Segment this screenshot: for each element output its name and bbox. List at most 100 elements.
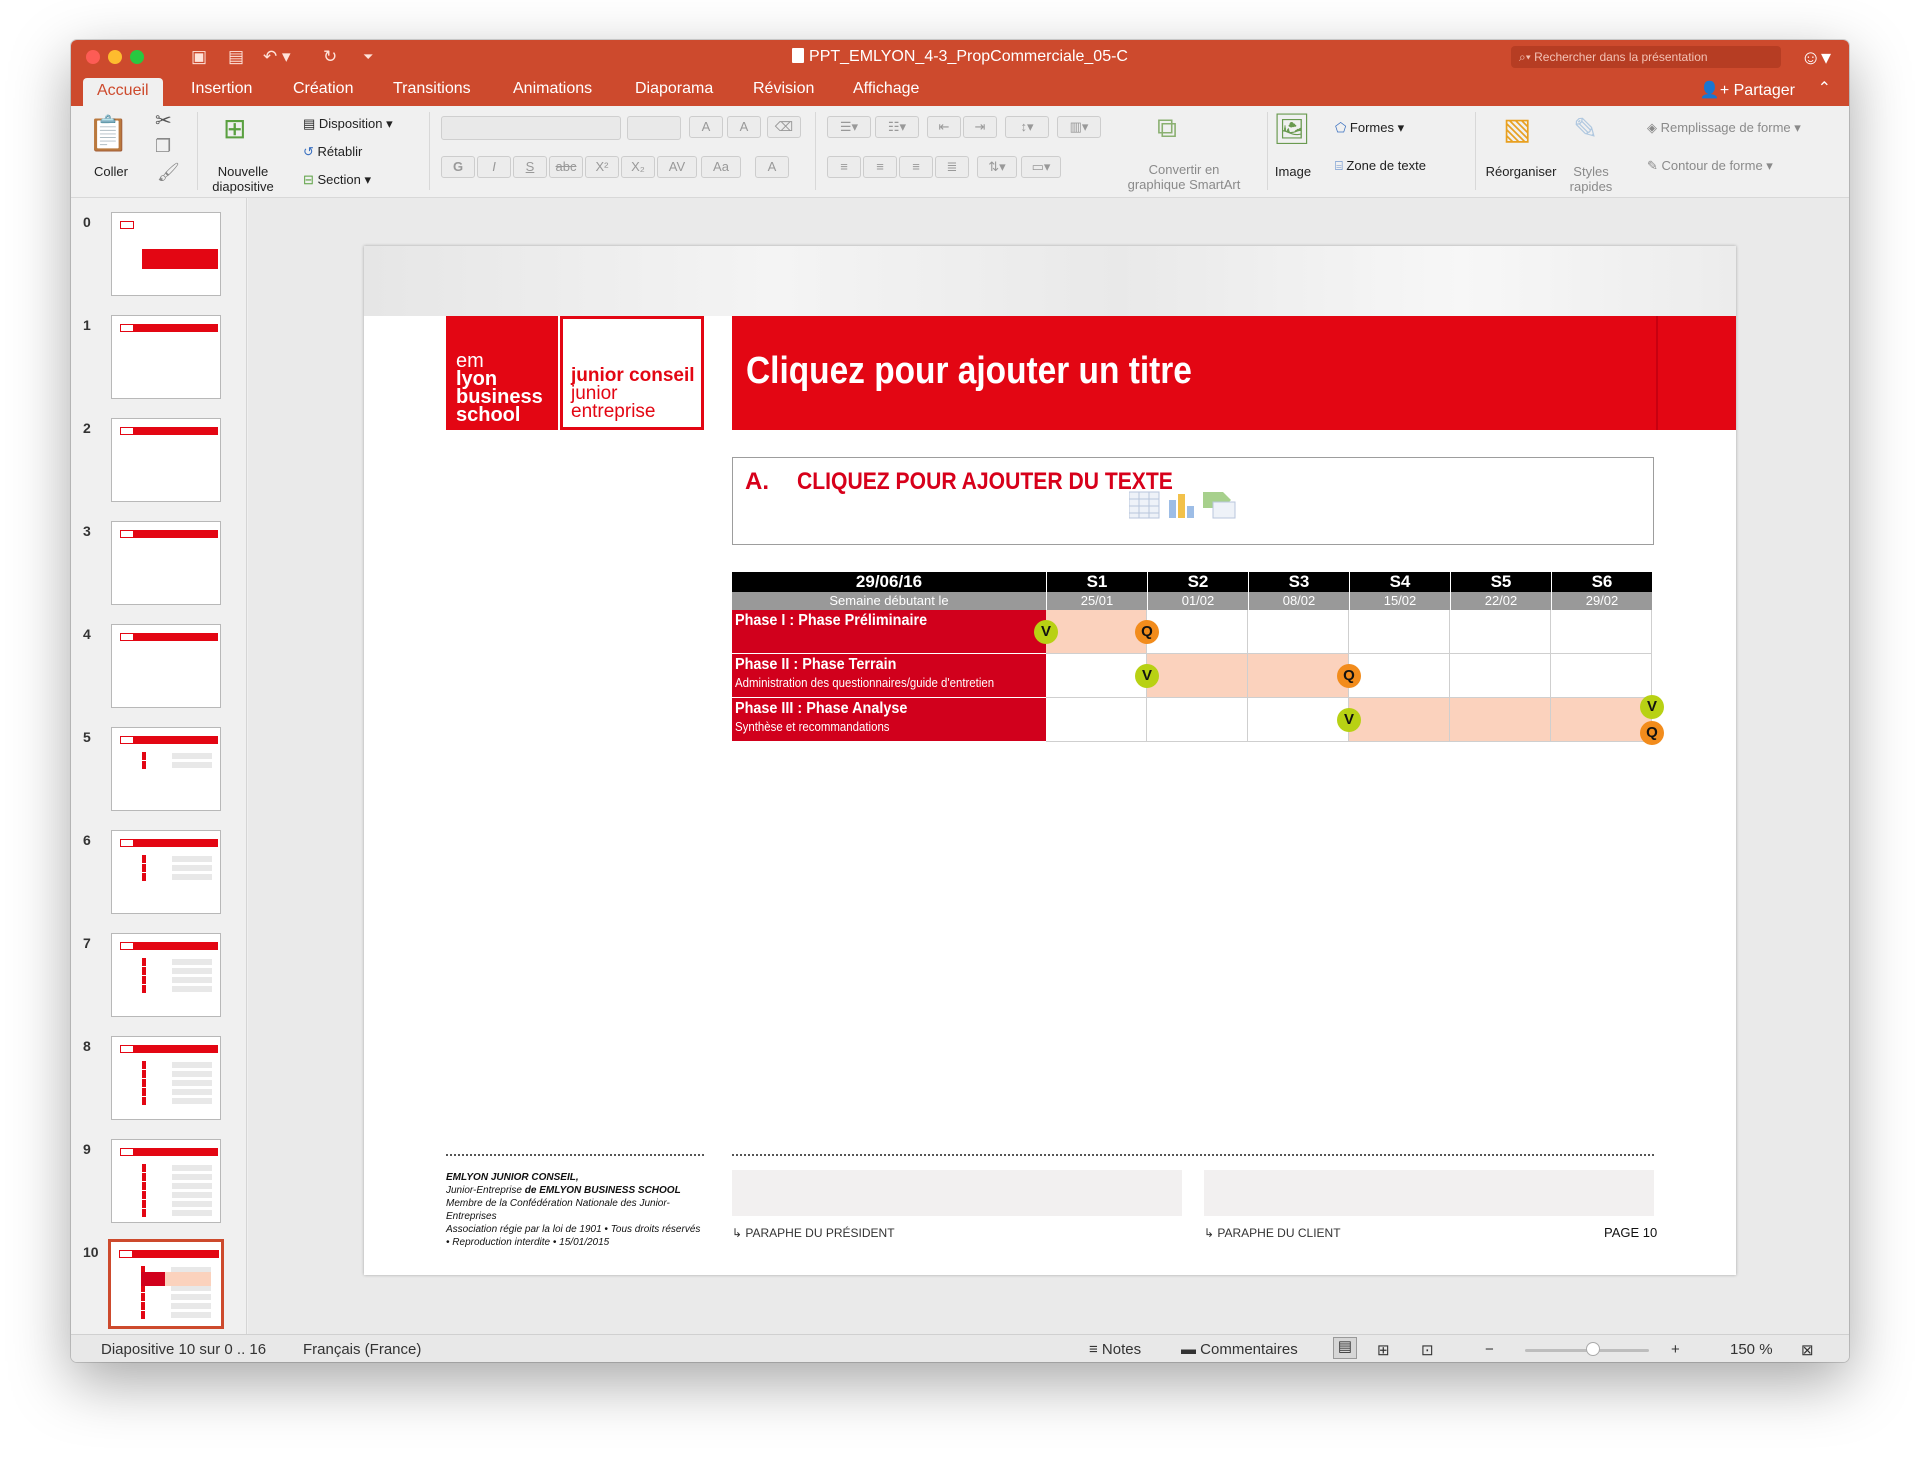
slide-thumbnail[interactable] [111,933,221,1017]
gantt-cell[interactable] [1248,610,1349,654]
gantt-cell[interactable] [1147,654,1248,698]
subscript-button[interactable]: X₂ [621,156,655,178]
insert-table-icon[interactable] [1128,491,1160,519]
font-name-select[interactable] [441,116,621,140]
gantt-cell[interactable] [1147,698,1248,742]
copy-icon[interactable]: ❐ [155,136,171,157]
align-text-icon[interactable]: ▭▾ [1021,156,1061,178]
gantt-cell[interactable] [1551,698,1652,742]
align-left-icon[interactable]: ≡ [827,156,861,178]
gantt-phase-label[interactable]: Phase III : Phase Analyse Synthèse et rec… [732,698,1046,741]
tab-insertion[interactable]: Insertion [191,80,252,98]
tab-revision[interactable]: Révision [753,80,814,98]
arrange-button[interactable]: Réorganiser [1481,164,1561,179]
format-painter-icon[interactable]: 🖌 [157,162,180,183]
shape-fill-button[interactable]: ◈ Remplissage de forme ▾ [1647,120,1801,136]
gantt-cell[interactable] [1046,654,1147,698]
justify-icon[interactable]: ≣ [935,156,969,178]
zoom-out-icon[interactable]: − [1485,1341,1494,1358]
title-placeholder[interactable]: Cliquez pour ajouter un titre [732,316,1736,430]
gantt-cell[interactable] [1248,698,1349,742]
reset-button[interactable]: ↺ Rétablir [303,144,362,160]
insert-chart-icon[interactable] [1169,494,1194,518]
slide-canvas[interactable]: em lyon business school junior conseil j… [364,246,1736,1275]
slide-thumbnail[interactable] [111,830,221,914]
slide-sorter-icon[interactable]: ⊞ [1377,1341,1390,1359]
tab-diaporama[interactable]: Diaporama [635,80,713,98]
char-spacing-button[interactable]: AV [657,156,697,178]
slide-thumbnail[interactable] [111,212,221,296]
gantt-cell[interactable] [1248,654,1349,698]
grow-font-button[interactable]: A [689,116,723,138]
text-placeholder[interactable]: A. CLIQUEZ POUR AJOUTER DU TEXTE [732,457,1654,545]
slide-thumbnail[interactable] [111,624,221,708]
slide-thumbnail[interactable] [108,1239,224,1329]
zoom-in-icon[interactable]: + [1671,1341,1680,1358]
new-slide-icon[interactable]: ⊞ [223,112,246,145]
shapes-button[interactable]: ⬠ Formes ▾ [1335,120,1404,136]
collapse-ribbon-icon[interactable]: ⌃ [1818,78,1831,98]
bullets-icon[interactable]: ☰▾ [827,116,871,138]
clear-format-icon[interactable]: ⌫ [767,116,801,138]
notes-button[interactable]: ≡ Notes [1089,1341,1141,1358]
gantt-cell[interactable] [1349,610,1450,654]
search-field[interactable]: ⌕▾ Rechercher dans la présentation [1511,46,1781,68]
cut-icon[interactable]: ✂ [155,108,172,133]
tab-creation[interactable]: Création [293,80,353,98]
insert-smartart-icon[interactable] [1203,492,1236,519]
gantt-cell[interactable] [1551,654,1652,698]
slide-thumbnail[interactable] [111,521,221,605]
align-center-icon[interactable]: ≡ [863,156,897,178]
line-spacing-icon[interactable]: ↕▾ [1005,116,1049,138]
gantt-cell[interactable] [1450,610,1551,654]
font-size-select[interactable] [627,116,681,140]
text-direction-icon[interactable]: ⇅▾ [977,156,1017,178]
numbering-icon[interactable]: ☷▾ [875,116,919,138]
smartart-icon[interactable]: ⧉ [1157,112,1177,145]
tab-animations[interactable]: Animations [513,80,592,98]
feedback-smiley-icon[interactable]: ☺▾ [1801,45,1831,70]
reading-view-icon[interactable]: ⊡ [1421,1341,1434,1359]
bold-button[interactable]: G [441,156,475,178]
zoom-slider-knob[interactable] [1586,1342,1601,1356]
gantt-cell[interactable] [1450,698,1551,742]
gantt-cell[interactable] [1349,698,1450,742]
quick-styles-icon[interactable]: ✎ [1573,112,1598,147]
gantt-phase-label[interactable]: Phase I : Phase Préliminaire [732,610,1046,653]
tab-accueil[interactable]: Accueil [83,78,163,106]
slide-thumbnail[interactable] [111,1139,221,1223]
gantt-cell[interactable] [1349,654,1450,698]
paste-icon[interactable]: 📋 [87,114,129,154]
slide-thumbnail[interactable] [111,1036,221,1120]
gantt-cell[interactable] [1551,610,1652,654]
shape-outline-button[interactable]: ✎ Contour de forme ▾ [1647,158,1773,174]
gantt-phase-label[interactable]: Phase II : Phase Terrain Administration d… [732,654,1046,697]
increase-indent-icon[interactable]: ⇥ [963,116,997,138]
slide-thumbnail[interactable] [111,418,221,502]
textbox-button[interactable]: ⌸ Zone de texte [1335,158,1426,174]
section-button[interactable]: ⊟ Section ▾ [303,172,371,188]
new-slide-button[interactable]: Nouvelle diapositive [203,164,283,194]
slide-thumbnail[interactable] [111,315,221,399]
gantt-cell[interactable] [1147,610,1248,654]
paste-button[interactable]: Coller [91,164,131,179]
superscript-button[interactable]: X² [585,156,619,178]
shrink-font-button[interactable]: A [727,116,761,138]
convert-smartart-button[interactable]: Convertir en graphique SmartArt [1111,162,1257,192]
share-button[interactable]: 👤+ Partager [1700,80,1795,100]
fit-to-window-icon[interactable]: ⊠ [1801,1341,1814,1359]
slide-thumbnail[interactable] [111,727,221,811]
normal-view-icon[interactable]: ▤ [1333,1337,1357,1359]
align-right-icon[interactable]: ≡ [899,156,933,178]
arrange-icon[interactable]: ▧ [1503,112,1531,147]
image-button[interactable]: Image [1271,164,1315,179]
change-case-button[interactable]: Aa [701,156,741,178]
tab-transitions[interactable]: Transitions [393,80,471,98]
quick-styles-button[interactable]: Styles rapides [1565,164,1617,194]
image-icon[interactable]: 🖼 [1273,112,1311,147]
layout-button[interactable]: ▤ Disposition ▾ [303,116,393,132]
strikethrough-button[interactable]: abc [549,156,583,178]
gantt-cell[interactable] [1046,698,1147,742]
font-color-icon[interactable]: A [755,156,789,178]
gantt-cell[interactable] [1046,610,1147,654]
